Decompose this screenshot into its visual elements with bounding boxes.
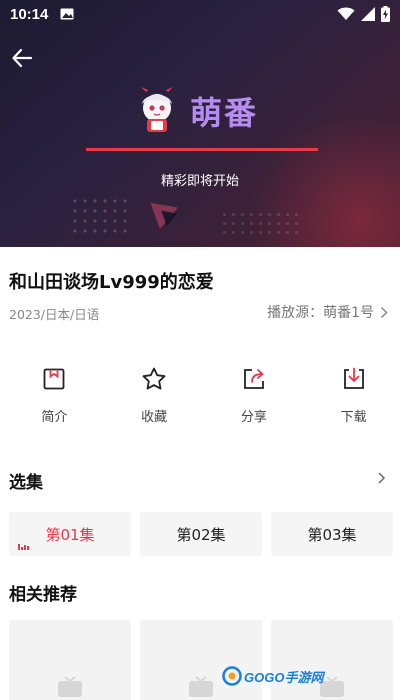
image-icon	[60, 8, 74, 20]
episode-label: 第01集	[45, 525, 95, 544]
episode-list: 第01集 第02集 第03集	[9, 512, 393, 556]
share-button[interactable]: 分享	[208, 366, 301, 425]
recommendation-list	[9, 620, 393, 700]
playing-indicator-icon	[18, 544, 29, 550]
bookmark-icon	[43, 368, 65, 390]
intro-label: 简介	[41, 410, 68, 425]
action-bar: 简介 收藏 分享 下载	[0, 366, 400, 425]
recommendation-card[interactable]	[9, 620, 131, 700]
status-time: 10:14	[10, 5, 49, 23]
watermark-logo	[222, 666, 242, 686]
arrow-left-icon	[12, 48, 33, 68]
share-icon	[243, 369, 264, 389]
favorite-button[interactable]: 收藏	[108, 366, 201, 425]
video-player[interactable]: 10:14 萌番 精彩即将开始	[0, 0, 400, 247]
episode-label: 第03集	[307, 525, 357, 544]
favorite-label: 收藏	[141, 410, 168, 425]
episodes-section-title: 选集	[9, 473, 43, 493]
tv-placeholder-icon	[58, 676, 82, 697]
download-label: 下载	[340, 410, 367, 425]
episode-label: 第02集	[176, 525, 226, 544]
source-label: 播放源：萌番1号	[267, 305, 374, 321]
episode-item[interactable]: 第01集	[9, 512, 131, 556]
brand-logo: 萌番	[132, 86, 258, 136]
watermark: GOGO手游网	[222, 666, 323, 686]
recommendation-card[interactable]	[140, 620, 262, 700]
intro-button[interactable]: 简介	[8, 366, 101, 425]
status-bar: 10:14	[0, 0, 400, 28]
source-selector[interactable]: 播放源：萌番1号	[267, 302, 388, 322]
cellular-icon	[361, 7, 375, 21]
loading-progress-fill	[86, 148, 318, 151]
share-label: 分享	[240, 410, 267, 425]
anime-meta: 2023/日本/日语	[9, 307, 100, 322]
background-triangle	[158, 210, 178, 228]
loading-progress-bar	[86, 148, 318, 151]
download-icon	[343, 367, 364, 389]
loading-text: 精彩即将开始	[160, 174, 239, 189]
brand-name: 萌番	[190, 94, 259, 132]
mascot-logo	[134, 87, 180, 132]
episode-item[interactable]: 第03集	[271, 512, 393, 556]
back-button[interactable]	[8, 44, 36, 72]
chevron-right-icon[interactable]	[374, 470, 390, 486]
anime-title: 和山田谈场Lv999的恋爱	[9, 272, 214, 293]
tv-placeholder-icon	[189, 676, 213, 697]
recommendations-section-title: 相关推荐	[9, 585, 77, 605]
chevron-right-icon	[380, 306, 388, 318]
background-dots	[70, 196, 130, 236]
background-dots	[220, 210, 300, 240]
watermark-text: GOGO手游网	[244, 669, 324, 685]
recommendation-card[interactable]	[271, 620, 393, 700]
wifi-icon	[337, 7, 355, 20]
star-icon	[142, 367, 166, 390]
episode-item[interactable]: 第02集	[140, 512, 262, 556]
battery-charging-icon	[381, 6, 390, 22]
download-button[interactable]: 下载	[307, 366, 400, 425]
